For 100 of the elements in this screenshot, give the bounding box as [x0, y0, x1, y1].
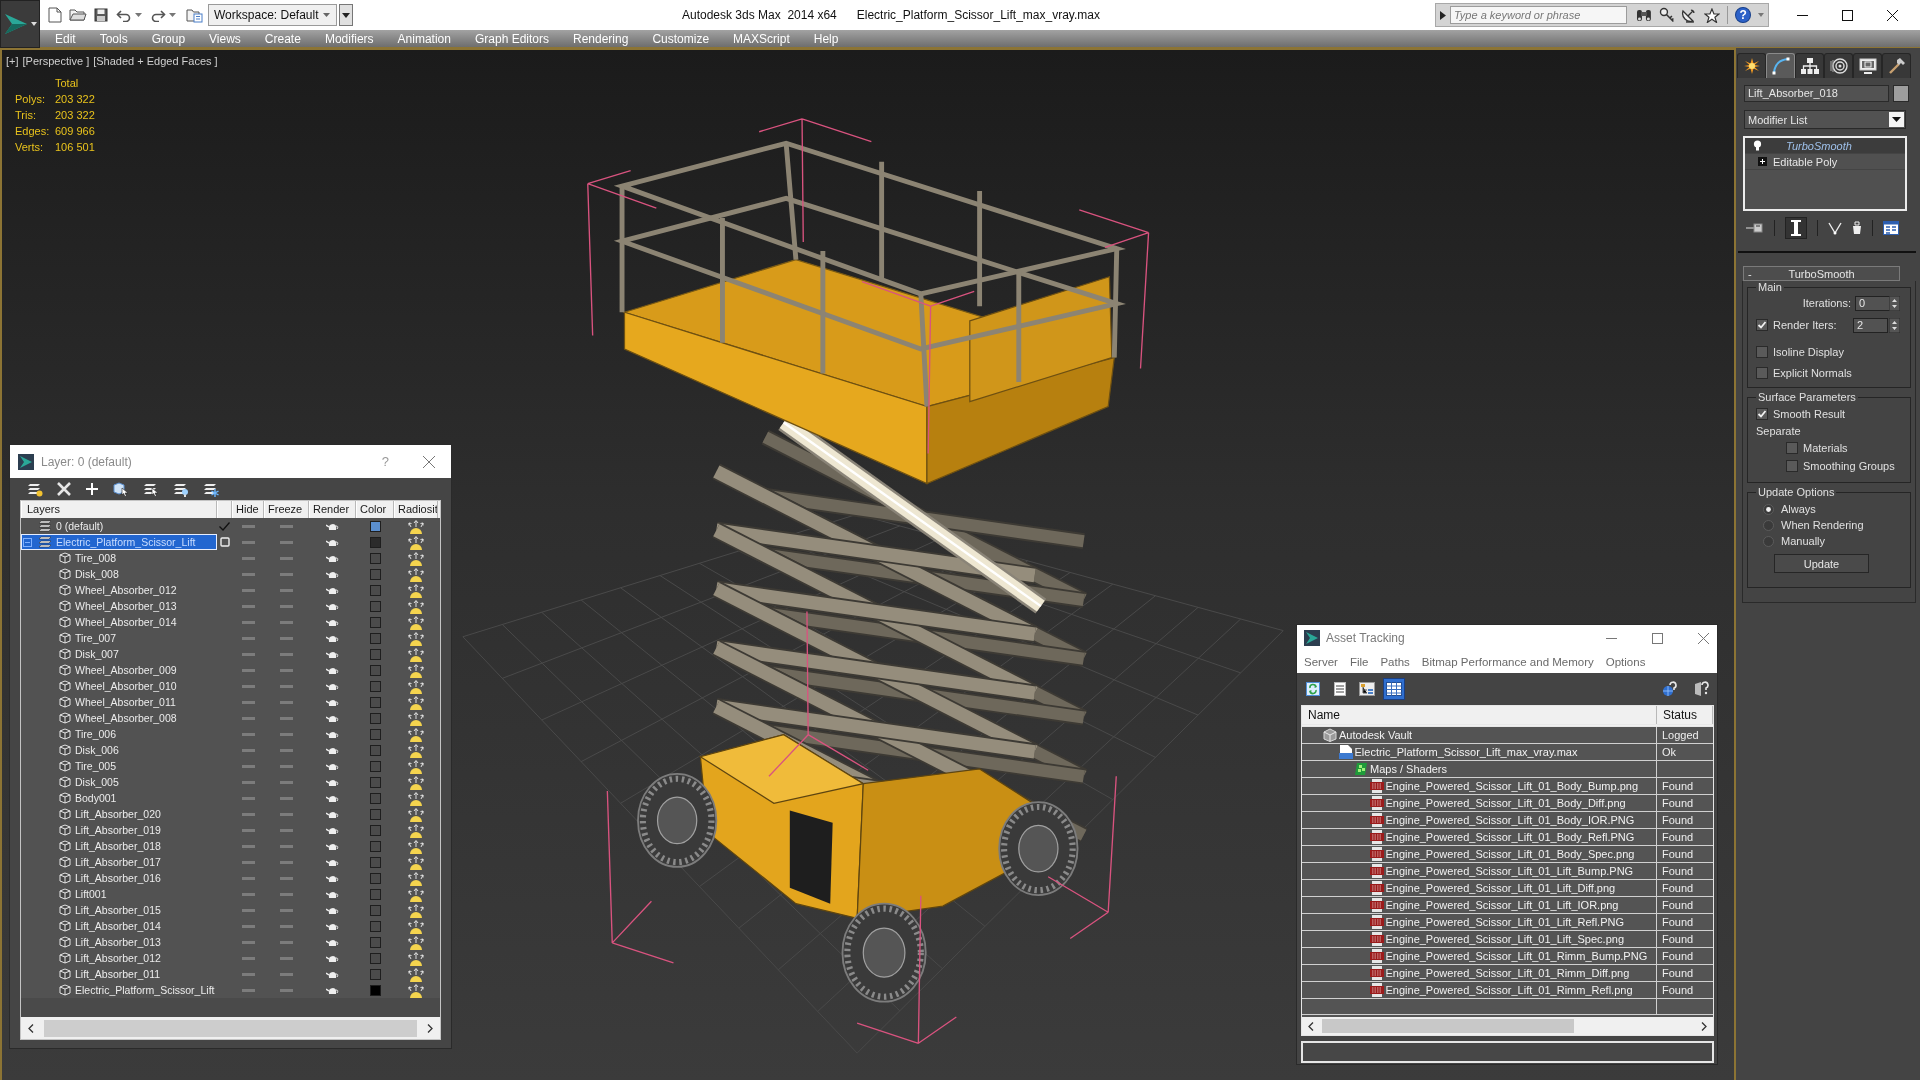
checkbox[interactable] [1756, 367, 1768, 379]
hide-toggle[interactable] [241, 780, 255, 784]
teapot-icon[interactable] [326, 649, 339, 659]
freeze-toggle[interactable] [280, 700, 293, 704]
menu-item[interactable]: Customize [648, 30, 714, 47]
object-item[interactable]: Lift_Absorber_017 [21, 854, 217, 870]
freeze-toggle[interactable] [280, 524, 293, 528]
pin-icon[interactable] [1746, 223, 1764, 233]
teapot-icon[interactable] [326, 521, 339, 531]
object-item[interactable]: Wheel_Absorber_012 [21, 582, 217, 598]
workspace-dropdown[interactable]: Workspace: Default [208, 4, 337, 26]
freeze-toggle[interactable] [280, 844, 293, 848]
object-item[interactable]: Tire_008 [21, 550, 217, 566]
stack-item[interactable]: TurboSmooth [1745, 138, 1905, 154]
square-icon[interactable] [219, 537, 230, 547]
asset-item[interactable]: Engine_Powered_Scissor_Lift_01_Lift_Bump.PNG [1302, 863, 1657, 879]
hide-toggle[interactable] [241, 828, 255, 832]
hide-toggle[interactable] [241, 844, 255, 848]
help-button[interactable]: ? [1735, 7, 1752, 23]
asset-item[interactable]: Engine_Powered_Scissor_Lift_01_Rimm_Refl.png [1302, 982, 1657, 998]
hide-toggle[interactable] [241, 684, 255, 688]
freeze-toggle[interactable] [280, 732, 293, 736]
hide-toggle[interactable] [241, 988, 255, 992]
object-item[interactable]: Lift_Absorber_019 [21, 822, 217, 838]
hide-toggle[interactable] [241, 732, 255, 736]
lamp-icon[interactable] [408, 886, 424, 902]
color-swatch[interactable] [369, 952, 381, 964]
hide-toggle[interactable] [241, 556, 255, 560]
teapot-icon[interactable] [326, 729, 339, 739]
teapot-icon[interactable] [326, 761, 339, 771]
freeze-toggle[interactable] [280, 860, 293, 864]
hide-toggle[interactable] [241, 876, 255, 880]
object-item[interactable]: Body001 [21, 790, 217, 806]
color-swatch[interactable] [369, 632, 381, 644]
freeze-toggle[interactable] [280, 812, 293, 816]
teapot-icon[interactable] [326, 601, 339, 611]
asset-item[interactable]: Engine_Powered_Scissor_Lift_01_Rimm_Bump.PNG [1302, 948, 1657, 964]
color-swatch[interactable] [369, 744, 381, 756]
panel-tab[interactable] [1853, 53, 1882, 78]
stack-item[interactable]: Editable Poly [1745, 154, 1905, 170]
asset-item[interactable]: Electric_Platform_Scissor_Lift_max_vray.max [1302, 744, 1657, 760]
object-item[interactable]: Disk_006 [21, 742, 217, 758]
bin-icon[interactable] [1852, 221, 1862, 235]
spinner-field[interactable]: 2 [1853, 317, 1888, 333]
lamp-icon[interactable] [408, 870, 424, 886]
update-button[interactable]: Update [1774, 554, 1869, 573]
freeze-toggle[interactable] [280, 556, 293, 560]
teapot-icon[interactable] [326, 537, 339, 547]
object-item[interactable]: Tire_005 [21, 758, 217, 774]
object-item[interactable]: Wheel_Absorber_008 [21, 710, 217, 726]
lamp-icon[interactable] [408, 982, 424, 998]
new-file-icon[interactable] [48, 7, 62, 23]
lamp-icon[interactable] [408, 678, 424, 694]
caret-icon[interactable] [135, 13, 142, 17]
checkbox[interactable] [1756, 408, 1768, 420]
teapot-icon[interactable] [326, 793, 339, 803]
lamp-icon[interactable] [408, 838, 424, 854]
hide-toggle[interactable] [241, 812, 255, 816]
menu-item[interactable]: Create [260, 30, 305, 47]
asset-item[interactable]: Engine_Powered_Scissor_Lift_01_Body_Bump.png [1302, 778, 1657, 794]
asset-item[interactable]: Engine_Powered_Scissor_Lift_01_Rimm_Diff.png [1302, 965, 1657, 981]
lamp-icon[interactable] [408, 566, 424, 582]
hide-toggle[interactable] [241, 572, 255, 576]
color-swatch[interactable] [369, 824, 381, 836]
hide-toggle[interactable] [241, 716, 255, 720]
toolbar-button[interactable] [1383, 678, 1405, 700]
lamp-icon[interactable] [408, 854, 424, 870]
color-swatch[interactable] [369, 840, 381, 852]
undo-icon[interactable] [116, 8, 132, 22]
freeze-toggle[interactable] [280, 684, 293, 688]
object-item[interactable]: Lift_Absorber_020 [21, 806, 217, 822]
hide-toggle[interactable] [241, 924, 255, 928]
object-item[interactable]: Disk_008 [21, 566, 217, 582]
layers-snowflake-icon[interactable] [203, 481, 219, 497]
expand-arrow-icon[interactable] [1440, 10, 1446, 20]
freeze-toggle[interactable] [280, 956, 293, 960]
color-swatch[interactable] [369, 904, 381, 916]
object-item[interactable]: Electric_Platform_Scissor_Lift [21, 982, 217, 998]
layers-bulb-icon[interactable] [173, 481, 189, 497]
freeze-toggle[interactable] [280, 620, 293, 624]
chevron-right-icon[interactable] [1701, 1021, 1707, 1031]
freeze-toggle[interactable] [280, 988, 293, 992]
object-item[interactable]: Wheel_Absorber_011 [21, 694, 217, 710]
column-header[interactable]: Name [1302, 706, 1657, 724]
color-swatch[interactable] [369, 600, 381, 612]
lamp-icon[interactable] [408, 550, 424, 566]
hide-toggle[interactable] [241, 700, 255, 704]
teapot-icon[interactable] [326, 713, 339, 723]
search-field[interactable]: Type a keyword or phrase [1449, 6, 1627, 24]
lamp-icon[interactable] [408, 790, 424, 806]
close-icon[interactable] [1887, 9, 1898, 21]
open-folder-icon[interactable] [69, 8, 87, 22]
grid-window-icon[interactable] [1883, 221, 1899, 235]
teapot-icon[interactable] [326, 681, 339, 691]
menu-item[interactable]: Rendering [569, 30, 633, 47]
object-color-swatch[interactable] [1893, 85, 1909, 102]
menu-item[interactable]: Help [809, 30, 843, 47]
hide-toggle[interactable] [241, 764, 255, 768]
freeze-toggle[interactable] [280, 972, 293, 976]
scrollbar-thumb[interactable] [44, 1019, 417, 1037]
